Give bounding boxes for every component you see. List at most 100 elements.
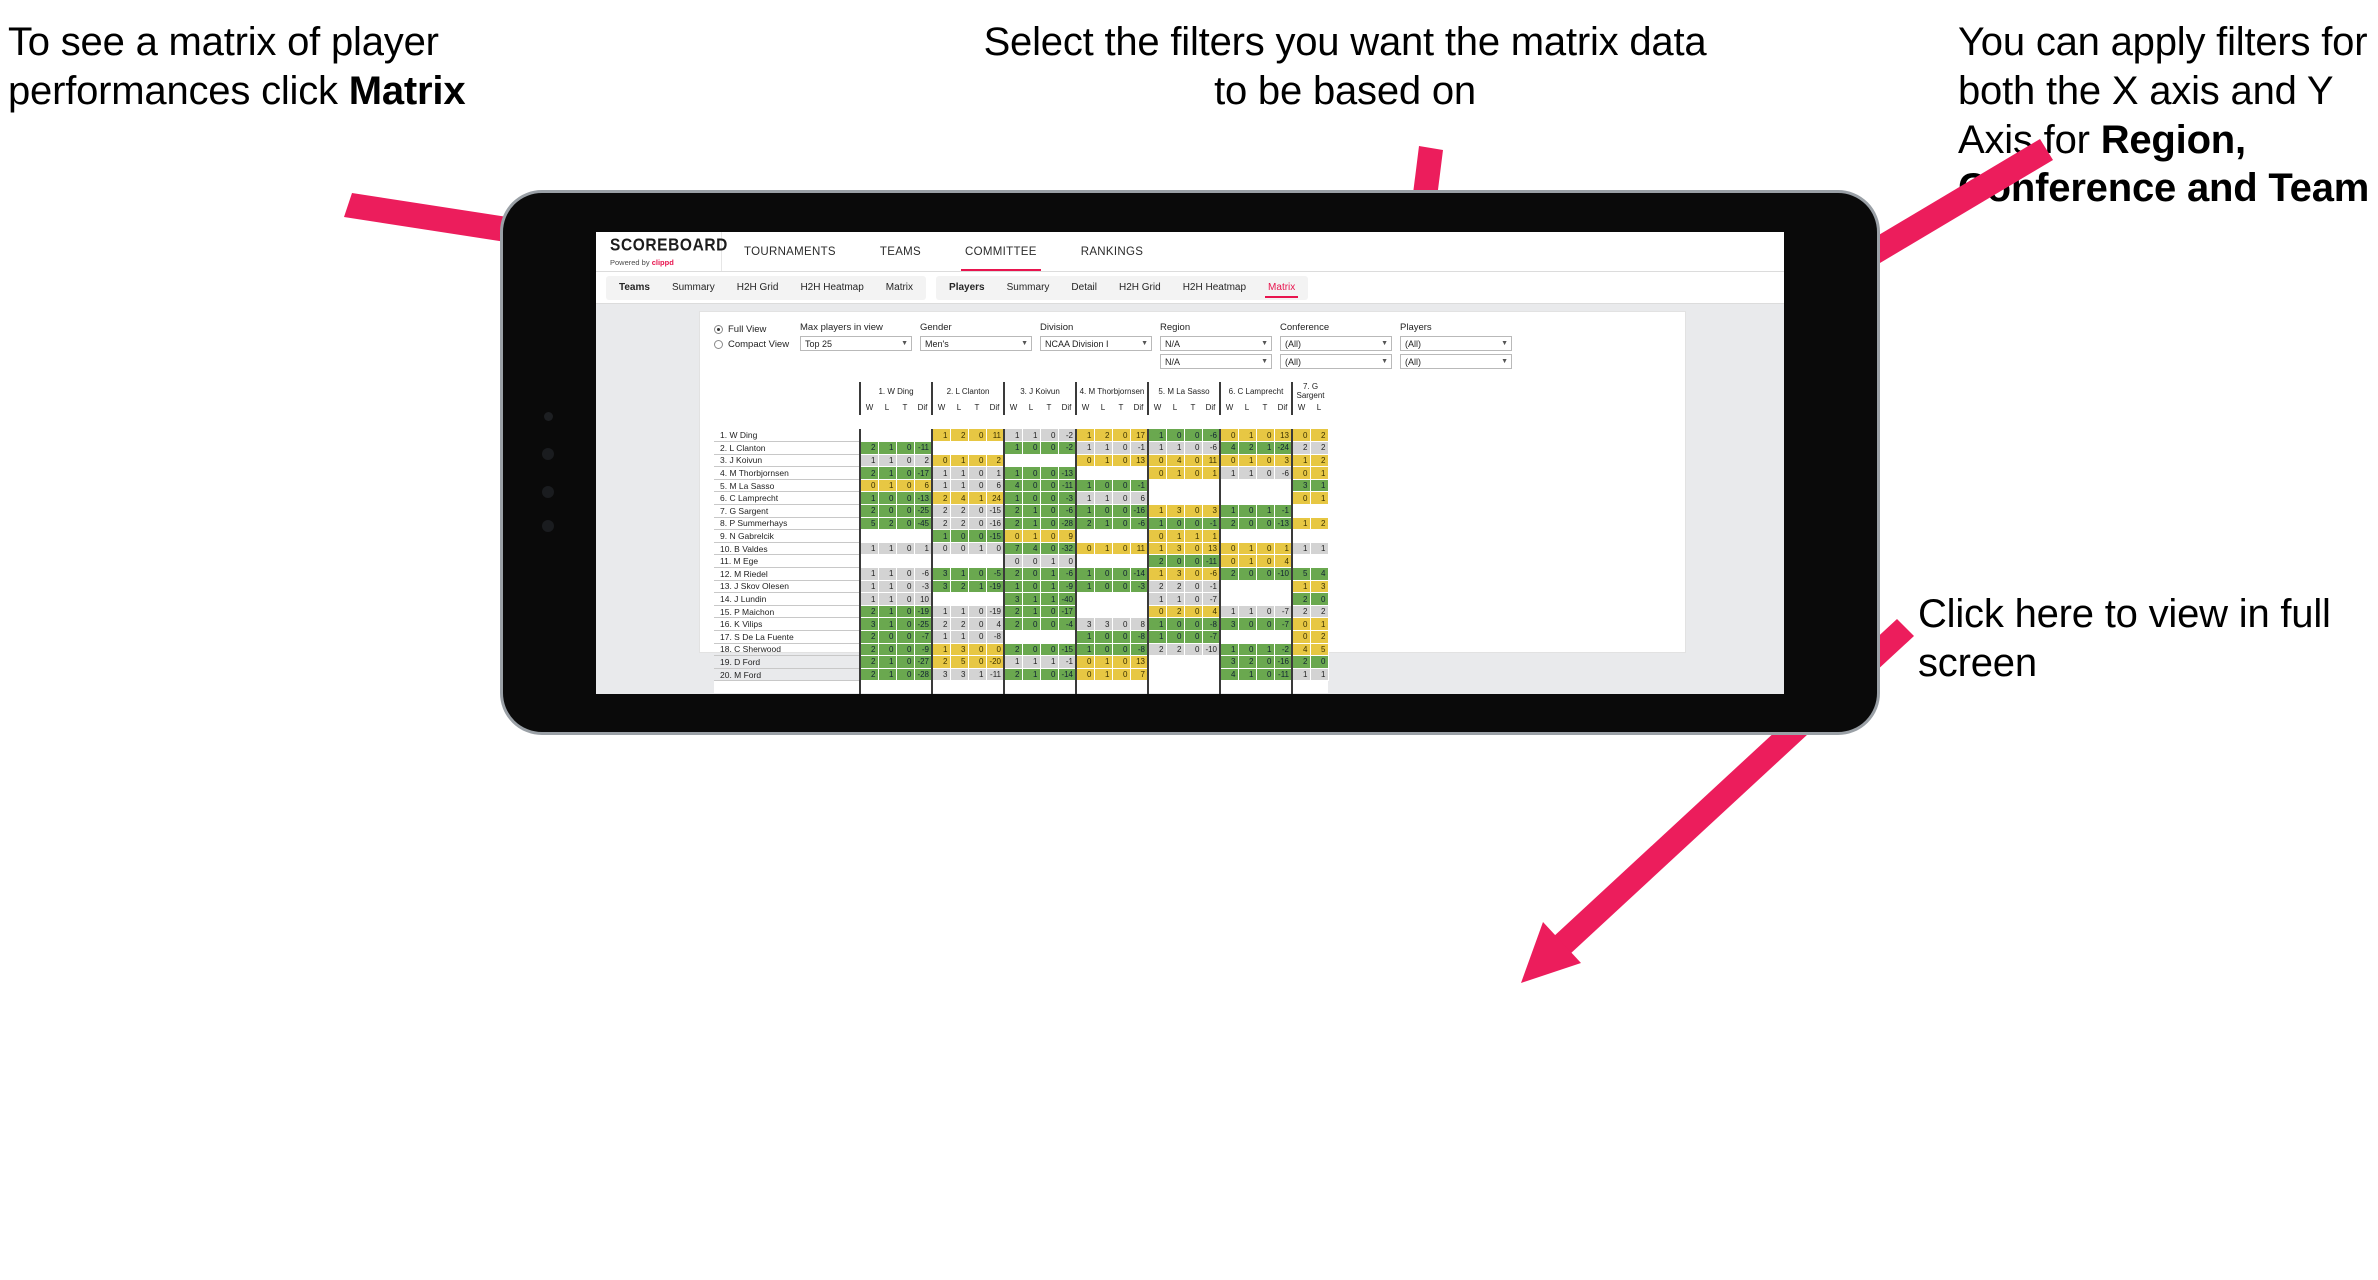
matrix-cell[interactable]: 1: [1219, 466, 1239, 480]
matrix-cell[interactable]: 2: [1238, 655, 1257, 669]
filter-region-y-select[interactable]: N/A ▼: [1160, 354, 1272, 369]
matrix-cell[interactable]: -6: [1202, 441, 1221, 455]
matrix-cell[interactable]: [1256, 630, 1275, 644]
matrix-cell[interactable]: 1: [1022, 605, 1041, 619]
matrix-cell[interactable]: [1256, 479, 1275, 493]
matrix-cell[interactable]: 1: [931, 605, 951, 619]
matrix-cell[interactable]: 0: [1256, 454, 1275, 468]
matrix-cell[interactable]: -7: [1202, 630, 1221, 644]
matrix-cell[interactable]: 1: [1147, 441, 1167, 455]
matrix-cell[interactable]: 0: [1022, 617, 1041, 631]
matrix-cell[interactable]: 1: [878, 592, 897, 606]
matrix-cell[interactable]: -16: [1274, 655, 1293, 669]
matrix-cell[interactable]: 2: [986, 454, 1005, 468]
matrix-cell[interactable]: [1310, 529, 1329, 543]
matrix-cell[interactable]: 1: [878, 617, 897, 631]
matrix-cell[interactable]: 0: [1022, 491, 1041, 506]
filter-conference-y-select[interactable]: (All) ▼: [1280, 354, 1392, 369]
matrix-cell[interactable]: 1: [914, 542, 933, 556]
matrix-cell[interactable]: 2: [859, 605, 879, 619]
matrix-cell[interactable]: 3: [950, 668, 969, 682]
matrix-cell[interactable]: [1238, 491, 1257, 506]
matrix-cell[interactable]: 1: [1075, 429, 1095, 443]
matrix-cell[interactable]: 0: [896, 617, 915, 631]
matrix-cell[interactable]: 4: [950, 491, 969, 506]
matrix-cell[interactable]: 1: [1075, 630, 1095, 644]
matrix-cell[interactable]: -7: [1202, 592, 1221, 606]
matrix-cell[interactable]: 1: [1094, 454, 1113, 468]
matrix-cell[interactable]: -1: [1202, 580, 1221, 594]
matrix-cell[interactable]: 1: [1075, 491, 1095, 506]
matrix-cell[interactable]: -11: [1274, 668, 1293, 682]
matrix-cell[interactable]: 1: [1094, 668, 1113, 682]
matrix-cell[interactable]: [986, 441, 1005, 455]
matrix-cell[interactable]: 0: [1184, 567, 1203, 581]
matrix-cell[interactable]: 1: [1094, 441, 1113, 455]
matrix-cell[interactable]: 0: [1291, 491, 1311, 506]
matrix-cell[interactable]: 0: [1112, 668, 1131, 682]
matrix-cell[interactable]: [1094, 466, 1113, 480]
matrix-cell[interactable]: -27: [914, 655, 933, 669]
matrix-cell[interactable]: 1: [1094, 655, 1113, 669]
matrix-cell[interactable]: 1: [1075, 504, 1095, 518]
matrix-row[interactable]: 4. M Thorbjornsen 2 1 0 -17 1 1 0 1 1 0 0 -13 0 1 0 1 1 1 0…: [714, 466, 1329, 480]
matrix-cell[interactable]: 1: [1291, 542, 1311, 556]
matrix-cell[interactable]: -5: [986, 567, 1005, 581]
matrix-cell[interactable]: [1202, 479, 1221, 493]
matrix-cell[interactable]: 0: [968, 517, 987, 531]
matrix-cell[interactable]: [1274, 529, 1293, 543]
matrix-cell[interactable]: [1274, 491, 1293, 506]
matrix-cell[interactable]: [1022, 454, 1041, 468]
matrix-cell[interactable]: [1130, 554, 1149, 569]
matrix-cell[interactable]: 6: [914, 479, 933, 493]
matrix-cell[interactable]: 1: [878, 466, 897, 480]
matrix-cell[interactable]: 11: [986, 429, 1005, 443]
matrix-cell[interactable]: 0: [931, 542, 951, 556]
matrix-cell[interactable]: [1310, 554, 1329, 569]
matrix-cell[interactable]: 1: [878, 441, 897, 455]
matrix-cell[interactable]: 0: [968, 567, 987, 581]
matrix-cell[interactable]: 2: [1310, 605, 1329, 619]
matrix-cell[interactable]: 4: [1219, 441, 1239, 455]
matrix-cell[interactable]: -9: [1058, 580, 1077, 594]
matrix-cell[interactable]: [914, 529, 933, 543]
matrix-cell[interactable]: 1: [1147, 504, 1167, 518]
matrix-cell[interactable]: -19: [986, 605, 1005, 619]
matrix-cell[interactable]: 1: [1219, 504, 1239, 518]
matrix-cell[interactable]: -19: [914, 605, 933, 619]
matrix-cell[interactable]: 3: [1219, 655, 1239, 669]
matrix-cell[interactable]: [1238, 630, 1257, 644]
matrix-cell[interactable]: -13: [1058, 466, 1077, 480]
matrix-cell[interactable]: 1: [950, 567, 969, 581]
matrix-cell[interactable]: 0: [878, 504, 897, 518]
matrix-row[interactable]: 20. M Ford 2 1 0 -28 3 3 1 -11 2 1 0 -14 0 1 0 7 4 1 0 -11 1 1: [714, 668, 1329, 682]
matrix-cell[interactable]: 1: [1022, 429, 1041, 443]
matrix-cell[interactable]: -6: [1058, 504, 1077, 518]
matrix-cell[interactable]: 0: [1256, 554, 1275, 569]
matrix-cell[interactable]: 0: [1112, 479, 1131, 493]
matrix-cell[interactable]: 1: [1022, 504, 1041, 518]
matrix-cell[interactable]: 2: [1147, 643, 1167, 657]
matrix-cell[interactable]: 1: [931, 529, 951, 543]
matrix-cell[interactable]: [1184, 668, 1203, 682]
matrix-cell[interactable]: 1: [1274, 542, 1293, 556]
matrix-cell[interactable]: 1: [878, 655, 897, 669]
matrix-cell[interactable]: 1: [1310, 466, 1329, 480]
matrix-cell[interactable]: 0: [896, 504, 915, 518]
matrix-cell[interactable]: 0: [1022, 479, 1041, 493]
matrix-cell[interactable]: 1: [1040, 580, 1059, 594]
matrix-cell[interactable]: 2: [1310, 630, 1329, 644]
matrix-cell[interactable]: 0: [896, 630, 915, 644]
matrix-cell[interactable]: 0: [950, 529, 969, 543]
matrix-cell[interactable]: [1094, 529, 1113, 543]
subnav-players-h2h-grid[interactable]: H2H Grid: [1108, 276, 1172, 300]
matrix-cell[interactable]: 0: [1166, 554, 1185, 569]
matrix-cell[interactable]: 1: [1291, 454, 1311, 468]
matrix-cell[interactable]: 0: [1040, 542, 1059, 556]
matrix-cell[interactable]: 1: [1040, 655, 1059, 669]
matrix-cell[interactable]: 0: [1166, 517, 1185, 531]
matrix-cell[interactable]: 0: [1147, 454, 1167, 468]
matrix-cell[interactable]: -2: [1058, 441, 1077, 455]
matrix-cell[interactable]: -4: [1058, 617, 1077, 631]
matrix-row[interactable]: 11. M Ege 0 0 1 0 2 0 0 -11 0 1 0 4: [714, 554, 1329, 569]
